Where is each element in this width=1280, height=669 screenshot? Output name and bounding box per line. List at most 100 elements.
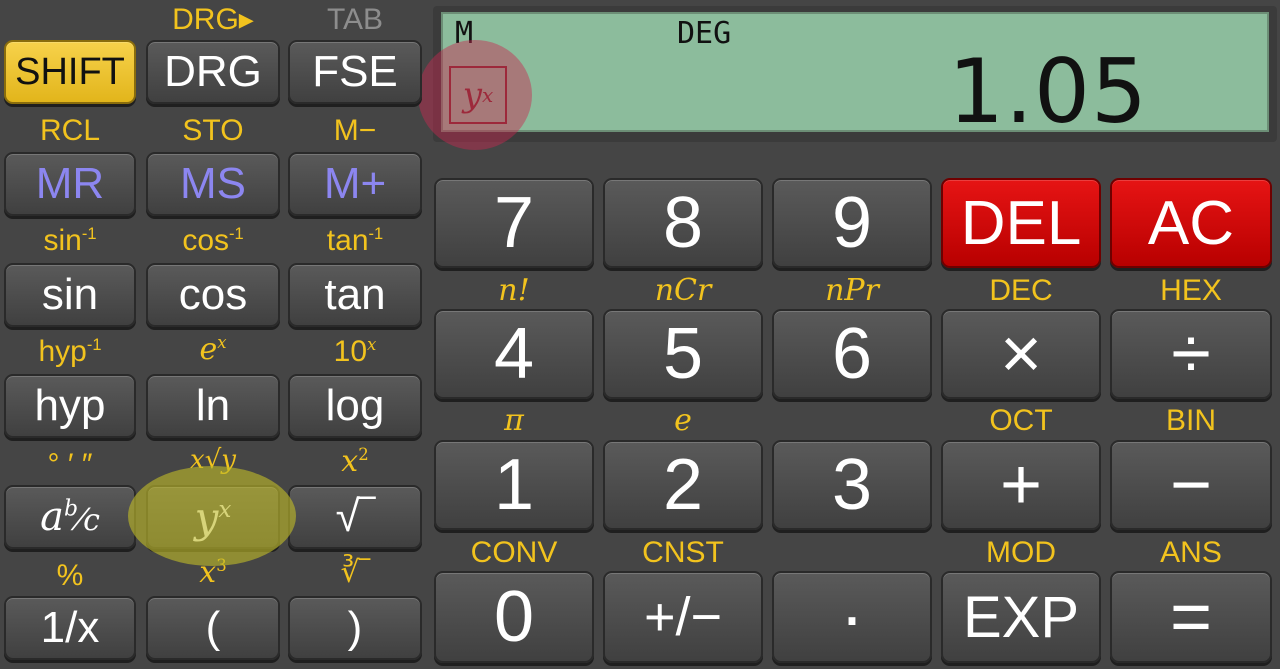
delete-label: DEL [960,188,1082,258]
cos-label: cos [178,270,248,319]
oct-label: OCT [989,404,1053,437]
hex-label: HEX [1160,274,1222,307]
plus-label: + [999,445,1043,525]
hyp-label: hyp [34,381,106,430]
ln-label: ln [195,381,231,430]
sin-label: sin [41,270,99,319]
hyp-button[interactable]: hyp [4,374,136,438]
npr-label: nPr [825,273,879,308]
yx-icon: yx [449,66,507,124]
sign-toggle-label: +/− [643,587,723,647]
ahyp-label: hyp-1 [38,335,102,368]
digit-0-label: 0 [493,577,535,657]
acos-label: cos-1 [182,224,244,257]
right-paren-button[interactable]: ) [288,596,422,660]
digit-4-label: 4 [493,314,535,394]
drg-arrow-label: DRG▸ [172,3,254,36]
left-paren-label: ( [205,603,221,652]
power-button[interactable]: yx [146,485,280,549]
display-value: 1.05 [948,40,1148,143]
minus-label: − [1169,445,1213,525]
shift-button[interactable]: SHIFT [4,40,136,104]
memory-indicator: M [455,16,474,51]
sqrt-button[interactable]: √‾ [288,485,422,549]
decimal-point-button[interactable]: · [772,571,932,663]
ans-label: ANS [1160,536,1222,569]
mplus-button[interactable]: M+ [288,152,422,216]
mr-button[interactable]: MR [4,152,136,216]
euler-e-label: e [674,403,692,438]
cos-button[interactable]: cos [146,263,280,327]
digit-3-button[interactable]: 3 [772,440,932,530]
left-paren-button[interactable]: ( [146,596,280,660]
exp-label: EXP [962,584,1080,650]
digit-9-label: 9 [831,183,873,263]
log-label: log [325,381,385,430]
angle-mode-indicator: DEG [677,16,732,51]
equals-label: = [1169,577,1213,657]
right-paren-label: ) [347,603,363,652]
sqrt-label: √‾ [335,492,375,541]
power-label: yx [194,492,232,542]
exp-e-label: ex [199,332,227,367]
tan-button[interactable]: tan [288,263,422,327]
fse-button[interactable]: FSE [288,40,422,104]
divide-button[interactable]: ÷ [1110,309,1272,399]
tan-label: tan [324,270,386,319]
ncr-label: nCr [654,273,712,308]
digit-0-button[interactable]: 0 [434,571,594,663]
multiply-label: × [999,314,1043,394]
digit-8-button[interactable]: 8 [603,178,763,268]
delete-button[interactable]: DEL [941,178,1101,268]
digit-6-button[interactable]: 6 [772,309,932,399]
ln-button[interactable]: ln [146,374,280,438]
xroot-label: x√y [190,445,236,475]
digit-8-label: 8 [662,183,704,263]
drg-button[interactable]: DRG [146,40,280,104]
percent-label: % [56,559,84,592]
digit-9-button[interactable]: 9 [772,178,932,268]
cube-label: x3 [199,555,227,590]
all-clear-button[interactable]: AC [1110,178,1272,268]
equals-button[interactable]: = [1110,571,1272,663]
fraction-button[interactable]: ab⁄c [4,485,136,549]
multiply-button[interactable]: × [941,309,1101,399]
ten-power-label: 10x [333,335,377,368]
log-button[interactable]: log [288,374,422,438]
mr-label: MR [35,159,105,208]
mplus-label: M+ [323,159,387,208]
digit-1-label: 1 [493,445,535,525]
ms-button[interactable]: MS [146,152,280,216]
minus-button[interactable]: − [1110,440,1272,530]
decimal-point-label: · [840,577,864,657]
digit-1-button[interactable]: 1 [434,440,594,530]
digit-7-label: 7 [493,183,535,263]
reciprocal-button[interactable]: 1/x [4,596,136,660]
asin-label: sin-1 [43,224,97,257]
rcl-label: RCL [39,114,100,147]
dec-label: DEC [989,274,1053,307]
cube-root-label: ∛‾ [340,556,370,589]
conv-label: CONV [470,536,558,569]
plus-button[interactable]: + [941,440,1101,530]
shift-label: SHIFT [15,50,125,93]
ms-label: MS [180,159,246,208]
sign-toggle-button[interactable]: +/− [603,571,763,663]
factorial-label: n! [498,273,530,308]
digit-4-button[interactable]: 4 [434,309,594,399]
fse-label: FSE [312,47,398,96]
sin-button[interactable]: sin [4,263,136,327]
digit-5-button[interactable]: 5 [603,309,763,399]
pi-label: π [504,403,524,438]
atan-label: tan-1 [326,224,384,257]
digit-2-button[interactable]: 2 [603,440,763,530]
digit-5-label: 5 [662,314,704,394]
dms-label: ° ′ ″ [47,448,93,481]
square-label: x2 [341,444,369,479]
divide-label: ÷ [1171,314,1211,394]
mod-label: MOD [986,536,1056,569]
tab-label: TAB [326,3,384,36]
exp-button[interactable]: EXP [941,571,1101,663]
cnst-label: CNST [642,536,724,569]
digit-7-button[interactable]: 7 [434,178,594,268]
